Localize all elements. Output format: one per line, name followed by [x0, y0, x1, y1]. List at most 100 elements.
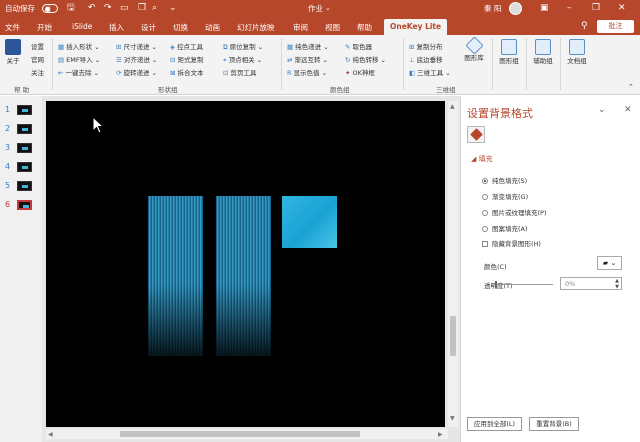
transparency-slider[interactable] — [495, 281, 553, 288]
aux-group-button[interactable]: 辅助组 — [530, 39, 556, 66]
collapse-ribbon-icon[interactable]: ⌃ — [628, 83, 634, 91]
slide-thumbnail[interactable]: 3 — [0, 142, 42, 156]
doc-group-button[interactable]: 文档组 — [564, 39, 590, 66]
color-increment-button[interactable]: ▦ 纯色递进 ⌄ — [287, 41, 329, 51]
fill-bucket-icon — [470, 128, 483, 141]
restore-icon[interactable]: ❐ — [592, 2, 600, 14]
align-increment-button[interactable]: ☰ 对齐递进 ⌄ — [116, 54, 157, 64]
shape-group-label: 形状组 — [158, 86, 178, 94]
horizontal-scrollbar[interactable]: ◀ ▶ — [46, 429, 448, 439]
scroll-thumb[interactable] — [450, 316, 456, 356]
slide-thumbnail[interactable]: 1 — [0, 104, 42, 118]
split-text-button[interactable]: ⊠ 拆合文本 — [170, 67, 203, 77]
color-transform-button[interactable]: ↻ 纯色转移 ⌄ — [345, 54, 386, 64]
cyan-square-shape[interactable] — [282, 196, 337, 248]
slide-canvas[interactable] — [46, 101, 445, 427]
size-increment-button[interactable]: ⊞ 尺寸递进 ⌄ — [116, 41, 157, 51]
clip-icon: ⊡ — [223, 69, 229, 77]
slide-thumbnail-active[interactable]: 6 — [0, 199, 42, 213]
rotate-increment-button[interactable]: ⟳ 旋转递进 ⌄ — [116, 67, 157, 77]
user-avatar[interactable] — [509, 2, 522, 15]
insert-shape-button[interactable]: ▦ 插入形状 ⌄ — [58, 41, 100, 51]
spinner-arrows-icon[interactable]: ▲ ▼ — [615, 278, 619, 290]
fill-section-header[interactable]: ◢ 填充 — [471, 154, 493, 164]
about-icon — [5, 39, 21, 55]
emf-import-button[interactable]: ▤ EMF导入 ⌄ — [58, 54, 100, 64]
control-tool-button[interactable]: ◈ 控点工具 — [170, 41, 203, 51]
tab-transitions[interactable]: 切换 — [173, 22, 188, 33]
copy-icon[interactable]: ❐ — [138, 2, 146, 14]
hide-background-checkbox[interactable]: 隐藏背景图形(H) — [482, 238, 541, 248]
light-streak-shape[interactable] — [216, 196, 271, 356]
transparency-input[interactable]: 0% ▲ ▼ — [560, 277, 622, 290]
redo-icon[interactable]: ↷ — [104, 2, 112, 14]
tab-onekey-lite[interactable]: OneKey Lite — [384, 19, 448, 35]
undo-icon[interactable]: ↶ — [88, 2, 96, 14]
vertical-scrollbar[interactable]: ▲ ▼ — [448, 101, 458, 427]
lightbulb-icon[interactable]: ⚲ — [581, 21, 588, 31]
settings-button[interactable]: 设置 — [31, 41, 44, 51]
tab-insert[interactable]: 插入 — [109, 22, 124, 33]
fill-tab-button[interactable] — [467, 126, 485, 143]
scroll-down-icon[interactable]: ▼ — [450, 415, 455, 422]
three-d-tool-button[interactable]: ◧ 三维工具 ⌄ — [409, 67, 451, 77]
slide-thumbnail[interactable]: 4 — [0, 161, 42, 175]
slide-thumbnail[interactable]: 5 — [0, 180, 42, 194]
vertex-related-button[interactable]: ⌖ 顶点相关 ⌄ — [223, 54, 262, 65]
tab-slideshow[interactable]: 幻灯片放映 — [237, 22, 275, 33]
bottom-change-button[interactable]: ⊥ 底边垂移 — [409, 54, 443, 64]
tab-help[interactable]: 帮助 — [357, 22, 372, 33]
customize-icon[interactable]: ⌄ — [169, 2, 177, 14]
apply-to-all-button[interactable]: 应用到全部(L) — [467, 417, 522, 431]
about-button[interactable]: 关于 — [3, 39, 23, 66]
tab-animations[interactable]: 动画 — [205, 22, 220, 33]
color-picker-dropdown[interactable]: ▰ ⌄ — [597, 256, 622, 270]
origin-copy-button[interactable]: ⧉ 原位复制 ⌄ — [223, 41, 263, 52]
slideshow-icon[interactable]: ▭ — [120, 2, 129, 14]
pattern-fill-radio[interactable]: 图案填充(A) — [482, 223, 528, 233]
tab-file[interactable]: 文件 — [5, 22, 20, 33]
slide-thumbnail[interactable]: 2 — [0, 123, 42, 137]
dropdown-icon[interactable]: ⌄ — [325, 2, 331, 14]
user-name: 秦 阳 — [484, 4, 502, 13]
gradient-swap-button[interactable]: ⇄ 渐远互转 ⌄ — [287, 54, 328, 64]
ok-artboard-button[interactable]: ✦ OK神框 — [345, 67, 375, 77]
save-icon[interactable]: 🖫 — [67, 2, 75, 14]
scroll-left-icon[interactable]: ◀ — [48, 431, 53, 438]
one-key-remove-button[interactable]: ⇤ 一键去除 ⌄ — [58, 67, 99, 77]
comments-button[interactable]: 批注 — [597, 20, 634, 33]
gear-icon — [535, 39, 551, 55]
tab-home[interactable]: 开始 — [37, 22, 52, 33]
scroll-up-icon[interactable]: ▲ — [450, 103, 455, 110]
color-icon: ▦ — [287, 43, 294, 51]
clip-tool-button[interactable]: ⊡ 剪页工具 — [223, 67, 256, 77]
pane-close-icon[interactable]: ✕ — [624, 105, 632, 115]
display-color-button[interactable]: R 显示色值 ⌄ — [287, 67, 327, 77]
image-group-button[interactable]: 图形组 — [496, 39, 522, 66]
reset-background-button[interactable]: 重置背景(B) — [529, 417, 579, 431]
picture-fill-radio[interactable]: 图片或纹理填充(P) — [482, 207, 547, 217]
shape-library-button[interactable]: 图形库 — [461, 36, 487, 63]
solid-fill-radio[interactable]: 纯色填充(S) — [482, 175, 527, 185]
tab-review[interactable]: 审阅 — [293, 22, 308, 33]
tab-islide[interactable]: iSlide — [72, 22, 92, 31]
pane-options-icon[interactable]: ⌄ — [598, 105, 606, 115]
tab-design[interactable]: 设计 — [141, 22, 156, 33]
matrix-copy-button[interactable]: ⊟ 矩式复制 — [170, 54, 203, 64]
close-icon[interactable]: ✕ — [618, 2, 626, 14]
gradient-fill-radio[interactable]: 渐变填充(G) — [482, 191, 528, 201]
light-streak-shape[interactable] — [148, 196, 203, 356]
size-icon: ⊞ — [116, 43, 122, 51]
tab-view[interactable]: 视图 — [325, 22, 340, 33]
ok-icon: ✦ — [345, 69, 351, 77]
scroll-right-icon[interactable]: ▶ — [438, 431, 443, 438]
follow-button[interactable]: 关注 — [31, 67, 44, 77]
color-picker-button[interactable]: ✎ 取色器 — [345, 41, 372, 51]
search-icon[interactable]: ⌕ — [152, 2, 157, 14]
scroll-thumb[interactable] — [120, 431, 360, 437]
website-button[interactable]: 官网 — [31, 54, 44, 64]
minimize-icon[interactable]: – — [567, 2, 572, 14]
slider-handle[interactable] — [495, 281, 497, 288]
ribbon-display-icon[interactable]: ▣ — [540, 2, 549, 14]
copy-distribute-button[interactable]: ⊞ 复制分布 — [409, 41, 442, 51]
